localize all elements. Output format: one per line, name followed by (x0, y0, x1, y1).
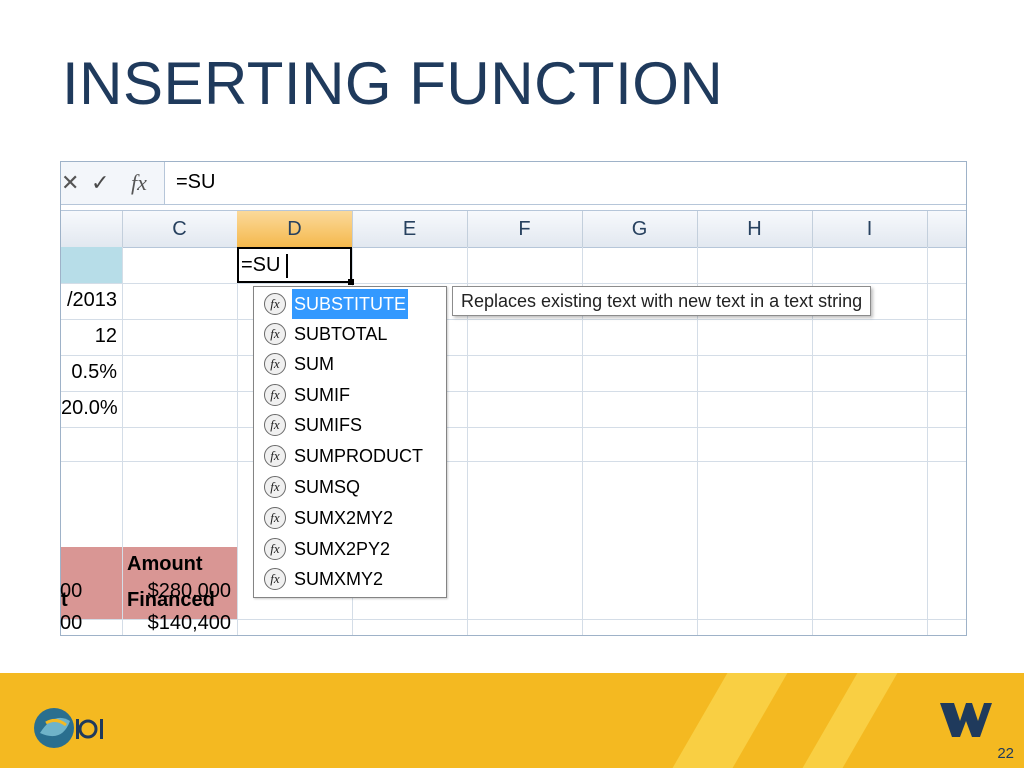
autocomplete-item-sumx2my2[interactable]: fx SUMX2MY2 (254, 503, 444, 533)
autocomplete-item-sumproduct[interactable]: fx SUMPRODUCT (254, 441, 444, 471)
cs101-logo-icon (34, 708, 103, 748)
autocomplete-item-sumifs[interactable]: fx SUMIFS (254, 410, 444, 440)
autocomplete-item-sumif[interactable]: fx SUMIF (254, 380, 444, 410)
column-header-d[interactable]: D (237, 211, 353, 247)
column-header-g[interactable]: G (582, 211, 698, 247)
cell-c-row9[interactable]: $280,000 (121, 574, 231, 608)
function-icon: fx (264, 507, 286, 529)
column-header-f[interactable]: F (467, 211, 583, 247)
cell-b-row10[interactable]: 00 (60, 606, 82, 632)
excel-window: ✕ ✓ fx =SU C D E F G H I /2013 12 0.5% 2… (60, 161, 967, 636)
slide-footer: 22 (0, 673, 1024, 768)
function-icon: fx (264, 568, 286, 590)
formula-bar-buttons: ✕ ✓ fx (61, 162, 165, 204)
insert-function-icon[interactable]: fx (131, 171, 147, 195)
column-header-e[interactable]: E (352, 211, 468, 247)
slide-title: INSERTING FUNCTION (62, 50, 724, 117)
autocomplete-item-substitute[interactable]: fx SUBSTITUTE (254, 289, 444, 319)
function-autocomplete-list[interactable]: fx SUBSTITUTE fx SUBTOTAL fx SUM fx SUMI… (253, 286, 447, 598)
cell-b-row9[interactable]: 00 (60, 574, 82, 608)
page-number: 22 (997, 745, 1014, 762)
cancel-icon[interactable]: ✕ (61, 171, 79, 195)
flying-wv-logo-icon (940, 703, 992, 737)
function-icon: fx (264, 414, 286, 436)
column-header-row: C D E F G H I (61, 210, 966, 248)
autocomplete-item-sumx2py2[interactable]: fx SUMX2PY2 (254, 534, 444, 564)
autocomplete-item-sumxmy2[interactable]: fx SUMXMY2 (254, 564, 444, 594)
cell-rate[interactable]: 0.5% (61, 355, 117, 389)
cell-percent[interactable]: 20.0% (61, 391, 118, 425)
cell-date[interactable]: /2013 (61, 283, 117, 317)
fill-handle[interactable] (348, 279, 354, 285)
highlighted-cell[interactable] (61, 247, 122, 283)
function-icon: fx (264, 293, 286, 315)
column-header-h[interactable]: H (697, 211, 813, 247)
function-tooltip: Replaces existing text with new text in … (452, 286, 872, 316)
active-cell-d[interactable]: =SU (237, 247, 354, 285)
function-icon: fx (264, 538, 286, 560)
footer-stripe (672, 673, 788, 768)
column-header-i[interactable]: I (812, 211, 928, 247)
formula-input[interactable]: =SU (176, 171, 215, 194)
column-header-b[interactable] (61, 211, 123, 247)
autocomplete-item-sumsq[interactable]: fx SUMSQ (254, 472, 444, 502)
active-cell-text: =SU (241, 254, 281, 276)
check-icon[interactable]: ✓ (91, 171, 109, 195)
autocomplete-item-sum[interactable]: fx SUM (254, 349, 444, 379)
function-icon: fx (264, 323, 286, 345)
cell-c-row10[interactable]: $140,400 (121, 606, 231, 632)
footer-stripe (802, 673, 898, 768)
function-icon: fx (264, 476, 286, 498)
autocomplete-item-subtotal[interactable]: fx SUBTOTAL (254, 319, 444, 349)
function-icon: fx (264, 384, 286, 406)
column-header-c[interactable]: C (122, 211, 238, 247)
function-icon: fx (264, 445, 286, 467)
formula-bar: ✕ ✓ fx =SU (61, 162, 966, 205)
text-cursor (286, 254, 288, 278)
function-icon: fx (264, 353, 286, 375)
cell-term[interactable]: 12 (61, 319, 117, 353)
